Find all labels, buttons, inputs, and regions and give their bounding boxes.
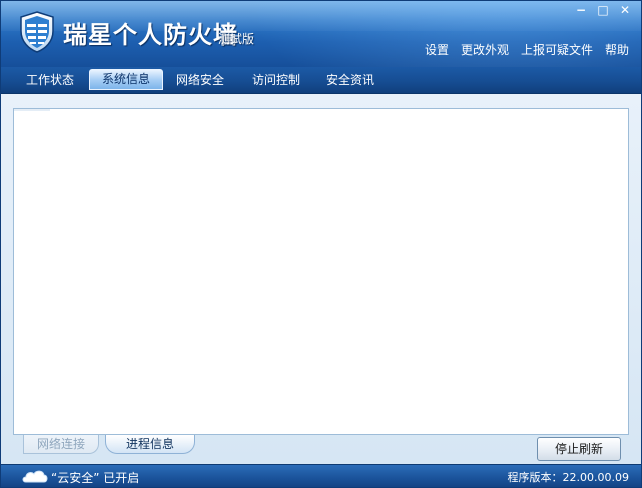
- subtab-network-connections[interactable]: 网络连接: [23, 435, 99, 454]
- top-links: 设置 更改外观 上报可疑文件 帮助: [425, 41, 629, 58]
- process-info-panel[interactable]: [13, 108, 629, 435]
- maximize-button[interactable]: □: [595, 3, 611, 17]
- settings-link[interactable]: 设置: [425, 41, 449, 58]
- close-button[interactable]: ✕: [617, 3, 633, 17]
- minimize-button[interactable]: −: [573, 3, 589, 17]
- tab-system-info[interactable]: 系统信息: [89, 69, 163, 90]
- panel-corner-mark: [14, 109, 50, 111]
- app-title: 瑞星个人防火墙: [63, 21, 238, 49]
- status-bar: “云安全” 已开启 程序版本：22.00.00.09: [1, 464, 641, 487]
- firewall-window: 瑞星个人防火墙 测试版 − □ ✕ 设置 更改外观 上报可疑文件 帮助 工作状态…: [0, 0, 642, 488]
- version-label: 程序版本：22.00.00.09: [507, 471, 629, 484]
- subtab-process-info[interactable]: 进程信息: [105, 435, 195, 454]
- change-skin-link[interactable]: 更改外观: [461, 41, 509, 58]
- tab-security-news[interactable]: 安全资讯: [315, 70, 385, 91]
- shield-icon: [20, 11, 54, 53]
- app-edition: 测试版: [218, 32, 255, 46]
- main-tabbar: 工作状态 系统信息 网络安全 访问控制 安全资讯: [1, 67, 641, 94]
- content-area: 网络连接 进程信息 停止刷新: [1, 94, 641, 464]
- tab-network-security[interactable]: 网络安全: [165, 70, 235, 91]
- tab-work-status[interactable]: 工作状态: [15, 70, 85, 91]
- cloud-security-status: “云安全” 已开启: [51, 471, 140, 485]
- window-controls: − □ ✕: [573, 3, 633, 17]
- help-link[interactable]: 帮助: [605, 41, 629, 58]
- stop-refresh-button[interactable]: 停止刷新: [537, 437, 621, 461]
- tab-access-control[interactable]: 访问控制: [241, 70, 311, 91]
- cloud-icon: [22, 470, 48, 483]
- title-header: 瑞星个人防火墙 测试版 − □ ✕ 设置 更改外观 上报可疑文件 帮助: [1, 1, 641, 67]
- report-file-link[interactable]: 上报可疑文件: [521, 41, 593, 58]
